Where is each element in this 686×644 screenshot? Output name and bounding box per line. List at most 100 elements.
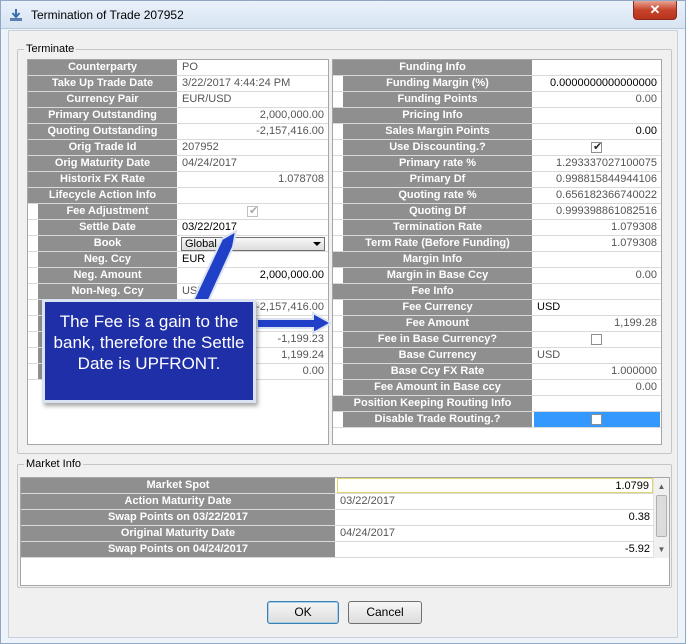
right-row-value: 1.293337027100075 — [556, 157, 657, 169]
right-row-value: 1,199.28 — [614, 317, 657, 329]
right-row-value[interactable]: USD — [534, 300, 660, 315]
terminate-group-label: Terminate — [24, 43, 77, 55]
right-row-value: 1.000000 — [611, 365, 657, 377]
left-row-row: Orig Maturity Date 04/24/2017 — [28, 156, 328, 172]
title-bar[interactable]: Termination of Trade 207952 ✕ — [1, 1, 685, 29]
scroll-thumb[interactable] — [656, 495, 667, 537]
scroll-up-icon[interactable]: ▲ — [654, 478, 669, 495]
left-row-value: PO — [182, 61, 198, 73]
right-row-row: Fee Amount in Base ccy 0.00 — [333, 380, 661, 396]
right-row-value: 0.999398861082516 — [556, 205, 657, 217]
left-row-value[interactable]: EUR — [179, 252, 327, 267]
right-row-row: Fee Info — [333, 284, 661, 300]
cancel-button[interactable]: Cancel — [348, 601, 422, 624]
book-select-value: Global — [185, 238, 217, 250]
right-row-row: Fee Amount 1,199.28 — [333, 316, 661, 332]
market-info-scrollbar[interactable]: ▲ ▼ — [653, 478, 669, 558]
check-icon: ✔ — [249, 205, 259, 217]
left-row-value[interactable]: 03/22/2017 — [179, 220, 327, 235]
right-row-label: Primary rate % — [333, 156, 533, 171]
right-row-row: Fee in Base Currency? — [333, 332, 661, 348]
right-row-label: Base Currency — [333, 348, 533, 363]
left-row-value: 3/22/2017 4:44:24 PM — [182, 77, 291, 89]
right-row-label: Fee Currency — [333, 300, 533, 315]
market-row-value[interactable]: 0.38 — [337, 510, 653, 525]
right-row-row: Use Discounting.? ✔ — [333, 140, 661, 156]
right-row-row: Base Ccy FX Rate 1.000000 — [333, 364, 661, 380]
right-row-row: Margin in Base Ccy 0.00 — [333, 268, 661, 284]
download-arrow-icon — [10, 9, 22, 21]
left-row-row: Quoting Outstanding -2,157,416.00 — [28, 124, 328, 140]
left-row-book-select[interactable]: Global — [181, 237, 325, 251]
left-row-value: 2,000,000.00 — [259, 109, 324, 121]
right-row-label: Disable Trade Routing.? — [333, 412, 533, 427]
right-row-row: Margin Info — [333, 252, 661, 268]
market-row-row: Action Maturity Date 03/22/2017 — [21, 494, 669, 510]
right-row-label: Margin Info — [333, 252, 533, 267]
right-row-checkbox[interactable]: ✔ — [591, 141, 603, 153]
close-button[interactable]: ✕ — [633, 1, 677, 20]
right-row-value: 0.00 — [635, 93, 657, 105]
ok-button[interactable]: OK — [267, 601, 339, 624]
left-row-value: 207952 — [182, 141, 219, 153]
right-row-checkbox[interactable] — [591, 414, 602, 425]
market-row-label: Action Maturity Date — [21, 494, 336, 509]
market-row-row: Swap Points on 03/22/2017 0.38 — [21, 510, 669, 526]
right-row-label: Margin in Base Ccy — [333, 268, 533, 283]
right-row-label: Primary Df — [333, 172, 533, 187]
right-row-row: Primary rate % 1.293337027100075 — [333, 156, 661, 172]
left-row-row: Non-Neg. Ccy USD — [28, 284, 328, 300]
right-row-row: Base Currency USD — [333, 348, 661, 364]
right-row-label: Use Discounting.? — [333, 140, 533, 155]
right-row-row: Quoting rate % 0.656182366740022 — [333, 188, 661, 204]
right-row-value: 0.00 — [635, 381, 657, 393]
right-row-value — [534, 252, 660, 267]
market-row-value: 04/24/2017 — [340, 527, 396, 539]
market-row-row: Market Spot 1.0799 — [21, 478, 669, 494]
right-row-value: 1.079308 — [611, 237, 657, 249]
right-row-label: Funding Points — [333, 92, 533, 107]
market-row-value[interactable]: 1.0799 — [337, 478, 653, 493]
right-row-row: Sales Margin Points 0.00 — [333, 124, 661, 140]
right-row-label: Fee in Base Currency? — [333, 332, 533, 347]
left-row-label: Neg. Ccy — [28, 252, 178, 267]
chevron-down-icon — [313, 242, 321, 246]
left-row-value: USD — [182, 285, 206, 297]
right-row-value[interactable]: 0.0000000000000000 — [534, 76, 660, 91]
right-row-label: Fee Info — [333, 284, 533, 299]
annotation-callout: The Fee is a gain to the bank, therefore… — [42, 299, 256, 403]
market-row-label: Original Maturity Date — [21, 526, 336, 541]
right-row-row: Funding Margin (%) 0.0000000000000000 — [333, 76, 661, 92]
left-row-row: Currency Pair EUR/USD — [28, 92, 328, 108]
market-row-label: Swap Points on 04/24/2017 — [21, 542, 336, 557]
left-row-row: Counterparty PO — [28, 60, 328, 76]
left-row-row: Settle Date 03/22/2017 — [28, 220, 328, 236]
left-row-value: EUR/USD — [182, 93, 232, 105]
right-row-checkbox[interactable] — [591, 334, 602, 345]
left-row-label: Primary Outstanding — [28, 108, 178, 123]
left-row-label: Currency Pair — [28, 92, 178, 107]
left-row-row: Neg. Amount 2,000,000.00 — [28, 268, 328, 284]
right-row-label: Quoting rate % — [333, 188, 533, 203]
left-row-value[interactable]: 2,000,000.00 — [179, 268, 327, 283]
window-title: Termination of Trade 207952 — [31, 8, 184, 22]
left-row-label: Counterparty — [28, 60, 178, 75]
check-icon: ✔ — [593, 141, 603, 153]
market-row-label: Swap Points on 03/22/2017 — [21, 510, 336, 525]
right-row-row: Quoting Df 0.999398861082516 — [333, 204, 661, 220]
right-row-label: Position Keeping Routing Info — [333, 396, 533, 411]
left-row-label: Quoting Outstanding — [28, 124, 178, 139]
scroll-down-icon[interactable]: ▼ — [654, 541, 669, 558]
right-row-label: Term Rate (Before Funding) — [333, 236, 533, 251]
left-row-row: Historix FX Rate 1.078708 — [28, 172, 328, 188]
right-row-row: Position Keeping Routing Info — [333, 396, 661, 412]
right-row-row: Disable Trade Routing.? — [333, 412, 661, 428]
right-row-value — [534, 60, 660, 75]
right-row-value — [534, 108, 660, 123]
left-row-checkbox[interactable]: ✔ — [247, 205, 259, 217]
left-row-value: 04/24/2017 — [182, 157, 238, 169]
right-row-value[interactable]: 0.00 — [534, 124, 660, 139]
market-row-value[interactable]: -5.92 — [337, 542, 653, 557]
right-row-row: Funding Info — [333, 60, 661, 76]
right-row-row: Term Rate (Before Funding) 1.079308 — [333, 236, 661, 252]
